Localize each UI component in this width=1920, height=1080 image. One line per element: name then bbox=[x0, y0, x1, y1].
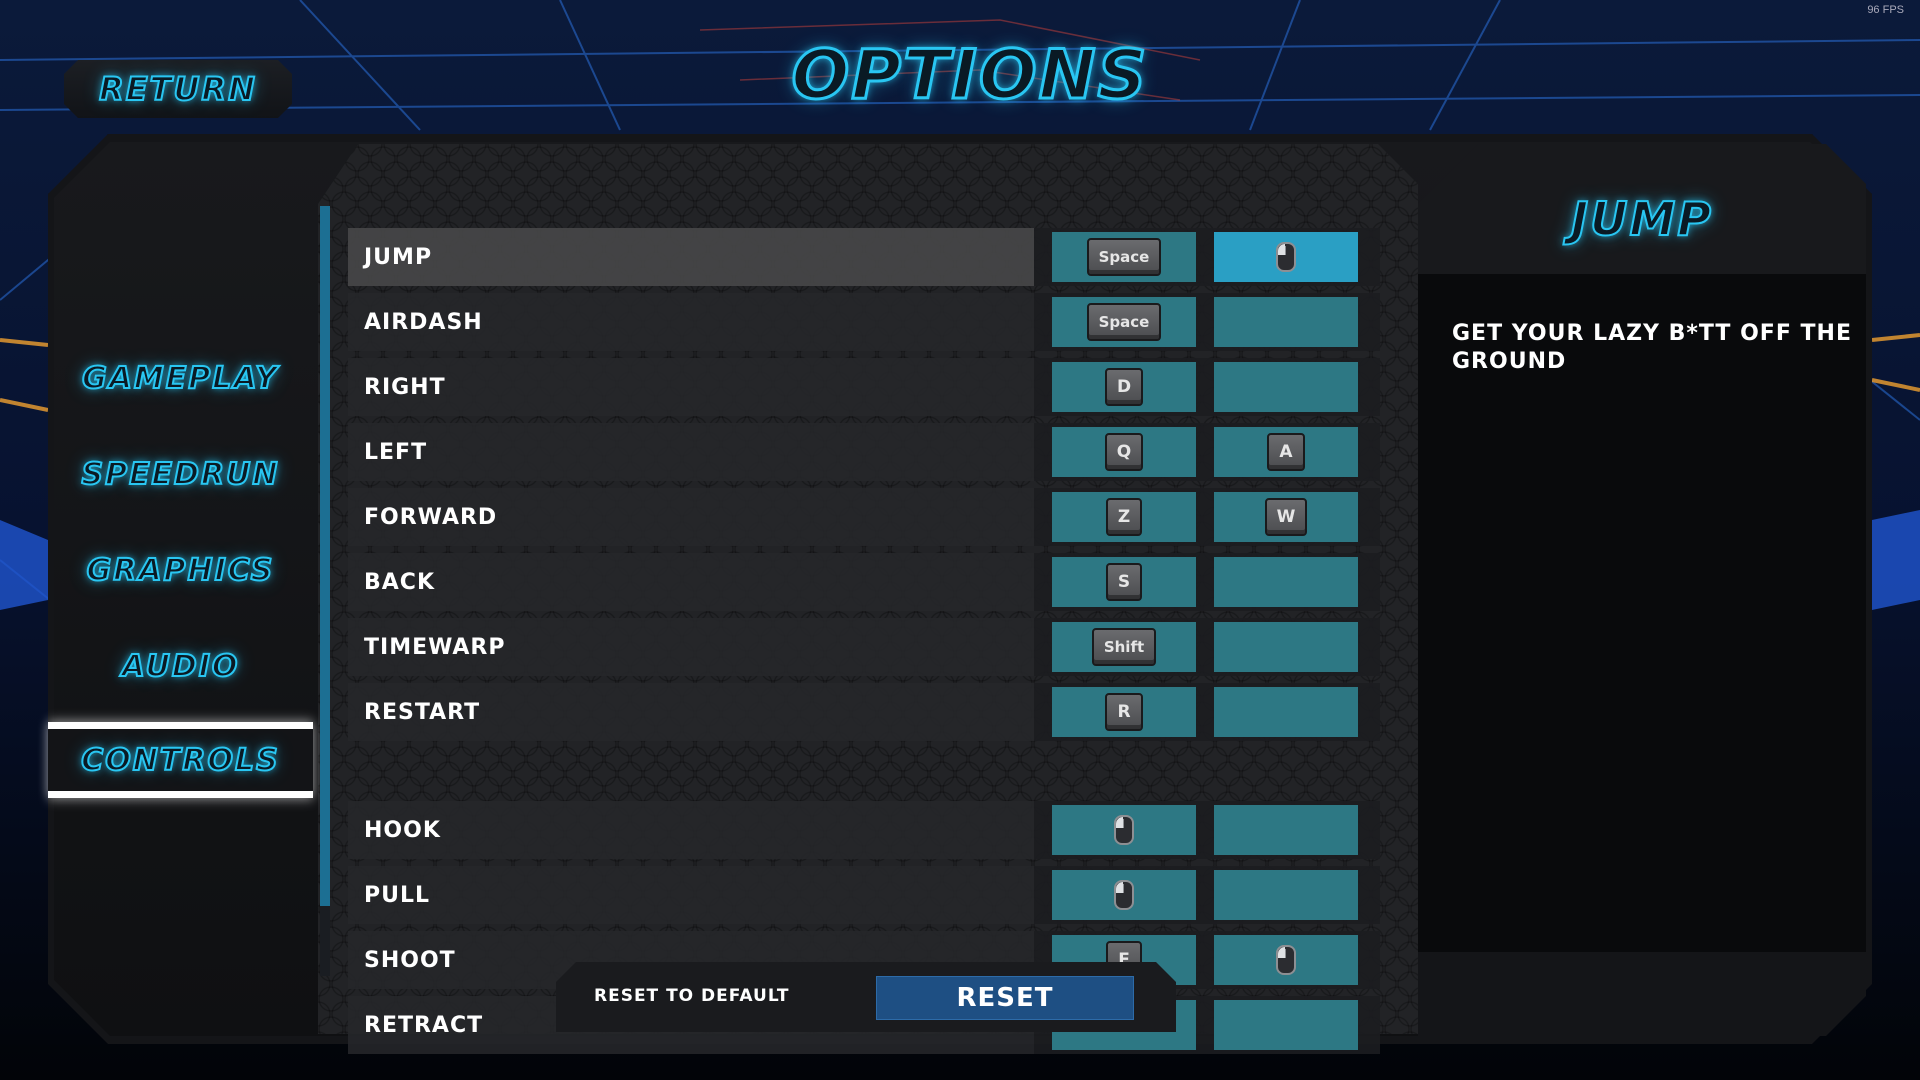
secondary-binding-slot[interactable] bbox=[1214, 297, 1358, 347]
control-action-label: BACK bbox=[348, 553, 1034, 611]
key-icon: Space bbox=[1086, 303, 1162, 341]
control-action-label: RESTART bbox=[348, 683, 1034, 741]
secondary-binding-slot[interactable] bbox=[1214, 622, 1358, 672]
control-action-label: PULL bbox=[348, 866, 1034, 924]
control-action-label: TIMEWARP bbox=[348, 618, 1034, 676]
key-icon: S bbox=[1105, 563, 1143, 601]
control-row-back[interactable]: BACK S bbox=[348, 553, 1380, 611]
secondary-binding-slot[interactable] bbox=[1214, 232, 1358, 282]
primary-binding-slot[interactable]: Space bbox=[1052, 232, 1196, 282]
control-action-label: RIGHT bbox=[348, 358, 1034, 416]
control-row-restart[interactable]: RESTART R bbox=[348, 683, 1380, 741]
reset-label: RESET TO DEFAULT bbox=[594, 986, 790, 1006]
secondary-binding-slot[interactable] bbox=[1214, 870, 1358, 920]
fps-counter: 96 FPS bbox=[1867, 4, 1904, 16]
primary-binding-slot[interactable]: Shift bbox=[1052, 622, 1196, 672]
key-icon: Space bbox=[1086, 238, 1162, 276]
primary-binding-slot[interactable]: Space bbox=[1052, 297, 1196, 347]
secondary-binding-slot[interactable] bbox=[1214, 805, 1358, 855]
binding-cells: Space bbox=[1034, 228, 1380, 286]
primary-binding-slot[interactable]: D bbox=[1052, 362, 1196, 412]
detail-header: JUMP bbox=[1418, 144, 1866, 274]
binding-cells: Space bbox=[1034, 293, 1380, 351]
secondary-binding-slot[interactable] bbox=[1214, 935, 1358, 985]
return-button[interactable]: RETURN bbox=[64, 60, 292, 118]
control-action-label: FORWARD bbox=[348, 488, 1034, 546]
binding-cells bbox=[1034, 866, 1380, 924]
control-row-right[interactable]: RIGHT D bbox=[348, 358, 1380, 416]
options-sidebar: GAMEPLAY SPEEDRUN GRAPHICS AUDIO CONTROL… bbox=[48, 330, 313, 798]
control-row-forward[interactable]: FORWARD Z W bbox=[348, 488, 1380, 546]
primary-binding-slot[interactable]: R bbox=[1052, 687, 1196, 737]
control-action-label: LEFT bbox=[348, 423, 1034, 481]
tab-audio[interactable]: AUDIO bbox=[48, 618, 313, 714]
binding-cells: Shift bbox=[1034, 618, 1380, 676]
binding-cells: QA bbox=[1034, 423, 1380, 481]
key-icon: R bbox=[1105, 693, 1143, 731]
control-action-label: JUMP bbox=[348, 228, 1034, 286]
detail-description: GET YOUR LAZY B*TT OFF THE GROUND bbox=[1452, 321, 1852, 374]
detail-panel: GET YOUR LAZY B*TT OFF THE GROUND bbox=[1418, 274, 1866, 952]
secondary-binding-slot[interactable]: A bbox=[1214, 427, 1358, 477]
control-action-label: AIRDASH bbox=[348, 293, 1034, 351]
tab-speedrun[interactable]: SPEEDRUN bbox=[48, 426, 313, 522]
secondary-binding-slot[interactable] bbox=[1214, 687, 1358, 737]
tab-controls[interactable]: CONTROLS bbox=[48, 722, 313, 798]
key-icon: W bbox=[1264, 498, 1308, 536]
mouse-left-click-icon bbox=[1276, 242, 1296, 272]
tab-graphics[interactable]: GRAPHICS bbox=[48, 522, 313, 618]
primary-binding-slot[interactable]: Q bbox=[1052, 427, 1196, 477]
binding-cells: R bbox=[1034, 683, 1380, 741]
mouse-left-click-icon bbox=[1114, 880, 1134, 910]
primary-binding-slot[interactable] bbox=[1052, 805, 1196, 855]
control-row-hook[interactable]: HOOK bbox=[348, 801, 1380, 859]
secondary-binding-slot[interactable] bbox=[1214, 557, 1358, 607]
page-title: OPTIONS bbox=[790, 34, 1149, 116]
control-action-label: HOOK bbox=[348, 801, 1034, 859]
key-icon: Z bbox=[1105, 498, 1143, 536]
secondary-binding-slot[interactable] bbox=[1214, 1000, 1358, 1050]
key-icon: A bbox=[1267, 433, 1305, 471]
primary-binding-slot[interactable]: S bbox=[1052, 557, 1196, 607]
key-icon: Q bbox=[1104, 433, 1144, 471]
binding-cells: D bbox=[1034, 358, 1380, 416]
primary-binding-slot[interactable] bbox=[1052, 870, 1196, 920]
mouse-left-click-icon bbox=[1276, 945, 1296, 975]
binding-cells: ZW bbox=[1034, 488, 1380, 546]
control-row-jump[interactable]: JUMP Space bbox=[348, 228, 1380, 286]
secondary-binding-slot[interactable]: W bbox=[1214, 492, 1358, 542]
binding-cells: S bbox=[1034, 553, 1380, 611]
detail-title: JUMP bbox=[1571, 192, 1713, 246]
detail-footer bbox=[1418, 952, 1866, 1036]
primary-binding-slot[interactable]: Z bbox=[1052, 492, 1196, 542]
mouse-left-click-icon bbox=[1114, 815, 1134, 845]
control-row-airdash[interactable]: AIRDASH Space bbox=[348, 293, 1380, 351]
binding-cells bbox=[1034, 801, 1380, 859]
scrollbar-thumb[interactable] bbox=[320, 206, 330, 906]
reset-bar: RESET TO DEFAULT RESET bbox=[556, 962, 1176, 1032]
secondary-binding-slot[interactable] bbox=[1214, 362, 1358, 412]
key-icon: D bbox=[1104, 368, 1144, 406]
reset-button[interactable]: RESET bbox=[876, 976, 1134, 1020]
tab-gameplay[interactable]: GAMEPLAY bbox=[48, 330, 313, 426]
control-row-left[interactable]: LEFT Q A bbox=[348, 423, 1380, 481]
key-icon: Shift bbox=[1091, 628, 1157, 666]
control-row-timewarp[interactable]: TIMEWARP Shift bbox=[348, 618, 1380, 676]
control-row-pull[interactable]: PULL bbox=[348, 866, 1380, 924]
